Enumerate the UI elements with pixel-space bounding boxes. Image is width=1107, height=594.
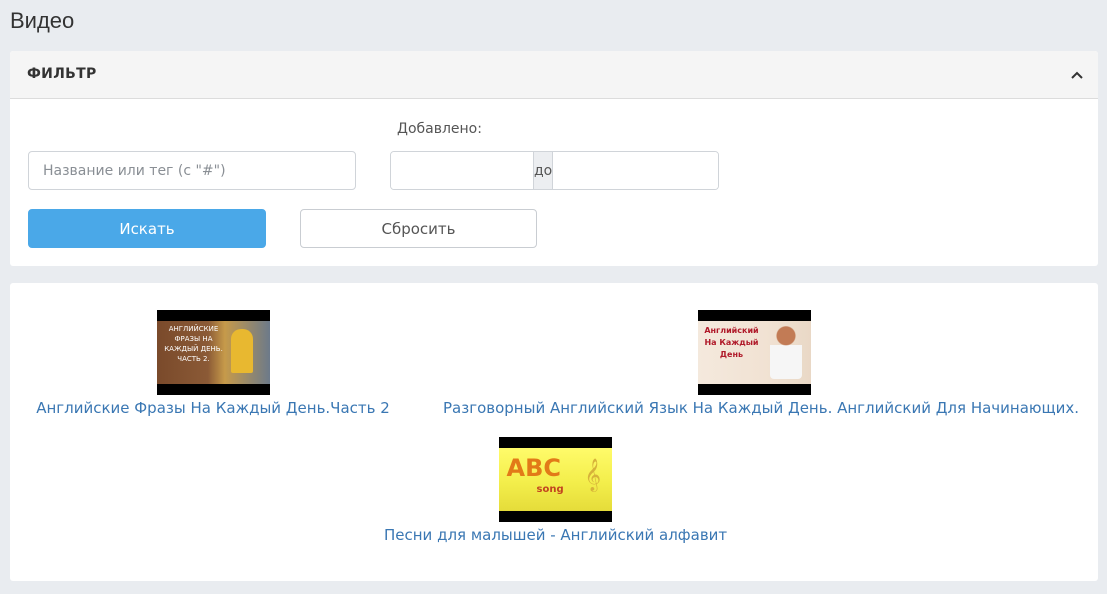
video-thumbnail[interactable]: Английский На Каждый День	[697, 310, 811, 395]
video-thumbnail[interactable]: АНГЛИЙСКИЕ ФРАЗЫ НА КАЖДЫЙ ДЕНЬ. ЧАСТЬ 2…	[156, 310, 270, 395]
date-to-input[interactable]	[553, 152, 718, 189]
thumbnail-text: ABC	[506, 454, 561, 482]
chevron-up-icon[interactable]	[1070, 68, 1084, 82]
date-from-input[interactable]	[391, 152, 533, 189]
filter-header[interactable]: ФИЛЬТР	[10, 51, 1098, 99]
video-title-link[interactable]: Песни для малышей - Английский алфавит	[384, 526, 727, 544]
thumbnail-subtext: song	[536, 484, 564, 495]
filter-panel: ФИЛЬТР Добавлено: до Искать Сбросить	[10, 51, 1098, 266]
added-label: Добавлено:	[397, 121, 482, 137]
thumbnail-text: Английский На Каждый День	[704, 326, 759, 359]
thumbnail-text: АНГЛИЙСКИЕ ФРАЗЫ НА КАЖДЫЙ ДЕНЬ. ЧАСТЬ 2…	[164, 325, 223, 363]
video-item: ABC song 𝄞 Песни для малышей - Английски…	[384, 437, 727, 544]
video-item: АНГЛИЙСКИЕ ФРАЗЫ НА КАЖДЫЙ ДЕНЬ. ЧАСТЬ 2…	[33, 310, 393, 417]
date-range: до	[390, 151, 719, 190]
video-title-link[interactable]: Разговорный Английский Язык На Каждый Де…	[443, 399, 1079, 417]
search-input[interactable]	[28, 151, 356, 190]
search-button[interactable]: Искать	[28, 209, 266, 248]
reset-button[interactable]: Сбросить	[300, 209, 537, 248]
video-item: Английский На Каждый День Разговорный Ан…	[443, 310, 1079, 417]
treble-clef-icon: 𝄞	[584, 458, 602, 491]
videos-panel: АНГЛИЙСКИЕ ФРАЗЫ НА КАЖДЫЙ ДЕНЬ. ЧАСТЬ 2…	[10, 283, 1098, 581]
page-title: Видео	[10, 8, 75, 33]
video-title-link[interactable]: Английские Фразы На Каждый День.Часть 2	[33, 399, 393, 417]
video-thumbnail[interactable]: ABC song 𝄞	[498, 437, 612, 522]
date-separator: до	[533, 152, 554, 189]
filter-title: ФИЛЬТР	[27, 66, 97, 82]
